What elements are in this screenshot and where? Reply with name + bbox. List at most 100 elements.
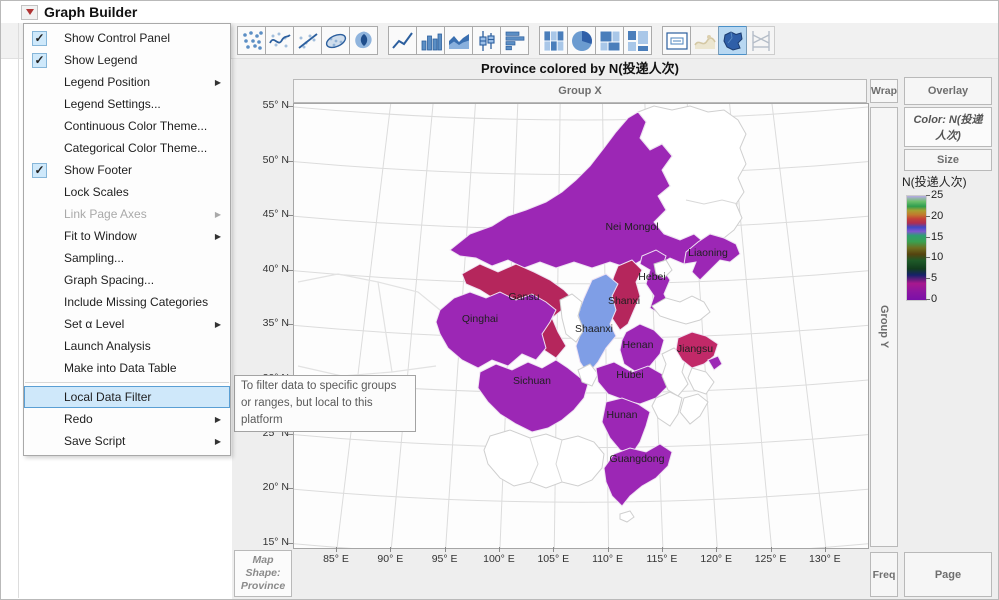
province-label: Hebei <box>638 271 665 283</box>
graph-builder-window: Graph Builder Province colored by N(投递人次… <box>0 0 999 600</box>
points-icon[interactable] <box>237 26 266 55</box>
province-hunan[interactable] <box>602 398 650 454</box>
x-axis-label: 115° E <box>635 553 689 565</box>
legend-tick-mark <box>926 216 930 217</box>
smoother-icon[interactable] <box>265 26 294 55</box>
caption-box-icon[interactable] <box>662 26 691 55</box>
legend-tick-mark <box>926 237 930 238</box>
menu-item-legend-position[interactable]: Legend Position▶ <box>24 71 230 93</box>
treemap-icon[interactable] <box>595 26 624 55</box>
menu-item-continuous-color-theme[interactable]: Continuous Color Theme... <box>24 115 230 137</box>
formula-icon[interactable] <box>690 26 719 55</box>
menu-item-show-footer[interactable]: ✓Show Footer <box>24 159 230 181</box>
province-fujian[interactable] <box>680 394 708 424</box>
checkmark-icon: ✓ <box>32 163 47 178</box>
zone-freq[interactable]: Freq <box>870 552 898 597</box>
menu-item-sampling[interactable]: Sampling... <box>24 247 230 269</box>
province-qinghai[interactable] <box>436 292 556 368</box>
pie-chart-icon[interactable] <box>567 26 596 55</box>
submenu-arrow-icon: ▶ <box>215 210 221 219</box>
checkbox-spacer <box>32 141 47 156</box>
graph-title: Province colored by N(投递人次) <box>293 58 867 77</box>
line-of-fit-icon[interactable] <box>293 26 322 55</box>
menu-item-label: Fit to Window <box>64 229 137 243</box>
menu-item-label: Link Page Axes <box>64 207 147 221</box>
axis-tick <box>288 161 293 162</box>
line-chart-icon[interactable] <box>388 26 417 55</box>
heatmap-icon[interactable] <box>539 26 568 55</box>
zone-group-y[interactable]: Group Y <box>870 107 898 547</box>
menu-item-fit-to-window[interactable]: Fit to Window▶ <box>24 225 230 247</box>
legend-tick-mark <box>926 195 930 196</box>
checkmark-icon: ✓ <box>32 53 47 68</box>
window-title: Graph Builder <box>44 4 137 20</box>
area-chart-icon[interactable] <box>444 26 473 55</box>
zone-size[interactable]: Size <box>904 149 992 171</box>
axis-tick <box>288 270 293 271</box>
menu-item-redo[interactable]: Redo▶ <box>24 408 230 430</box>
parallel-plot-icon[interactable] <box>746 26 775 55</box>
menu-item-show-legend[interactable]: ✓Show Legend <box>24 49 230 71</box>
menu-item-link-page-axes[interactable]: Link Page Axes ▶ <box>24 203 230 225</box>
menu-item-label: Launch Analysis <box>64 339 151 353</box>
checkbox-spacer <box>32 119 47 134</box>
province-label: Nei Mongol <box>605 221 658 233</box>
menu-item-categorical-color-theme[interactable]: Categorical Color Theme... <box>24 137 230 159</box>
zone-page[interactable]: Page <box>904 552 992 597</box>
contour-icon[interactable] <box>349 26 378 55</box>
axis-tick <box>336 547 337 552</box>
checkbox-spacer <box>32 229 47 244</box>
map-shapes-icon[interactable] <box>718 26 747 55</box>
map-plot-area[interactable]: Nei MongolLiaoningHebeiShanxiShaanxiGans… <box>293 103 869 549</box>
menu-item-launch-analysis[interactable]: Launch Analysis <box>24 335 230 357</box>
axis-tick <box>553 547 554 552</box>
histogram-icon[interactable] <box>500 26 529 55</box>
axis-tick <box>288 543 293 544</box>
axis-tick <box>716 547 717 552</box>
province-yunnan-guizhou-guangxi[interactable] <box>484 430 604 488</box>
disclosure-button[interactable] <box>21 5 38 20</box>
menu-item-set-level[interactable]: Set α Level▶ <box>24 313 230 335</box>
menu-item-label: Categorical Color Theme... <box>64 141 207 155</box>
axis-tick <box>288 488 293 489</box>
menu-item-include-missing-categories[interactable]: Include Missing Categories <box>24 291 230 313</box>
checkbox-spacer <box>32 295 47 310</box>
toolbar-group <box>388 26 528 55</box>
province-label: Qinghai <box>462 313 498 325</box>
menu-item-save-script[interactable]: Save Script▶ <box>24 430 230 452</box>
zone-wrap[interactable]: Wrap <box>870 79 898 103</box>
legend-tick-label: 0 <box>931 293 961 305</box>
menu-item-make-into-data-table[interactable]: Make into Data Table <box>24 357 230 379</box>
y-axis-label: 15° N <box>237 536 289 548</box>
bar-chart-icon[interactable] <box>416 26 445 55</box>
menu-item-label: Sampling... <box>64 251 124 265</box>
legend-tick-mark <box>926 299 930 300</box>
zone-overlay[interactable]: Overlay <box>904 77 992 105</box>
context-menu: ✓Show Control Panel✓Show LegendLegend Po… <box>23 23 231 456</box>
menu-item-lock-scales[interactable]: Lock Scales <box>24 181 230 203</box>
checkmark-icon: ✓ <box>32 31 47 46</box>
zone-color[interactable]: Color: N(投递人次) <box>904 107 992 147</box>
menu-item-local-data-filter[interactable]: Local Data Filter <box>24 386 230 408</box>
zone-group-x[interactable]: Group X <box>293 79 867 103</box>
menu-item-graph-spacing[interactable]: Graph Spacing... <box>24 269 230 291</box>
province-sichuan[interactable] <box>478 360 588 432</box>
ellipse-icon[interactable] <box>321 26 350 55</box>
submenu-arrow-icon: ▶ <box>215 78 221 87</box>
checkbox-spacer <box>32 273 47 288</box>
box-plot-icon[interactable] <box>472 26 501 55</box>
zone-map-shape[interactable]: Map Shape: Province <box>234 550 292 597</box>
menu-item-legend-settings[interactable]: Legend Settings... <box>24 93 230 115</box>
axis-tick <box>288 434 293 435</box>
china-choropleth-map[interactable]: Nei MongolLiaoningHebeiShanxiShaanxiGans… <box>294 104 868 548</box>
axis-tick <box>662 547 663 552</box>
menu-item-label: Continuous Color Theme... <box>64 119 207 133</box>
x-axis-label: 130° E <box>798 553 852 565</box>
legend-gradient-bar[interactable] <box>906 195 927 301</box>
mosaic-icon[interactable] <box>623 26 652 55</box>
axis-tick <box>608 547 609 552</box>
y-axis-label: 45° N <box>237 208 289 220</box>
menu-item-show-control-panel[interactable]: ✓Show Control Panel <box>24 27 230 49</box>
menu-item-label: Legend Settings... <box>64 97 161 111</box>
province-hainan[interactable] <box>620 511 634 522</box>
